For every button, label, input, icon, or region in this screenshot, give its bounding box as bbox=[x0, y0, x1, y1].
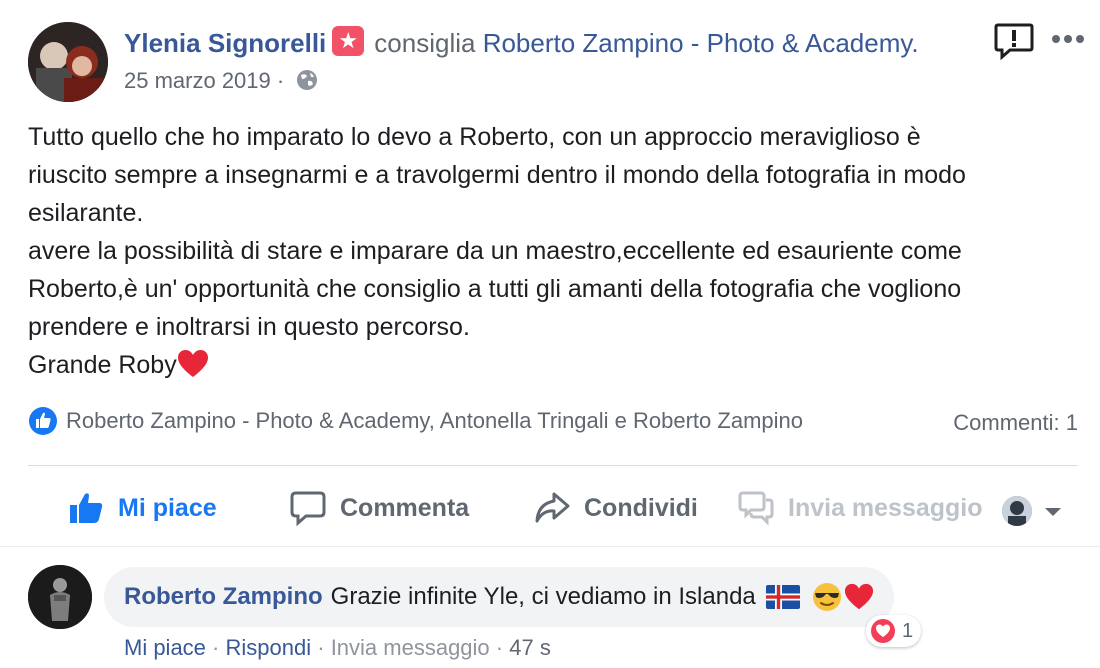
divider bbox=[28, 465, 1078, 466]
dot-separator: · bbox=[317, 635, 325, 660]
caret-down-icon bbox=[1045, 508, 1061, 516]
cool-face-icon bbox=[812, 583, 841, 611]
comment-author[interactable]: Roberto Zampino bbox=[124, 583, 323, 611]
heart-icon bbox=[177, 350, 208, 377]
comment-time[interactable]: 47 s bbox=[509, 635, 551, 660]
reactions-names: Roberto Zampino - Photo & Academy, Anton… bbox=[66, 408, 803, 433]
share-icon bbox=[535, 492, 570, 523]
comment-text: Grazie infinite Yle, ci vediamo in Islan… bbox=[330, 583, 756, 610]
author-avatar-photo bbox=[28, 22, 108, 102]
viewer-avatar bbox=[1002, 496, 1032, 526]
reaction-count-value: 1 bbox=[902, 619, 914, 642]
post-date[interactable]: 25 marzo 2019 bbox=[124, 68, 271, 93]
comment-icon bbox=[290, 491, 326, 526]
share-button[interactable]: Condividi bbox=[534, 480, 698, 536]
comment-send-message-link[interactable]: Invia messaggio bbox=[331, 635, 490, 660]
meta-separator: · bbox=[276, 68, 285, 93]
comments-section: Roberto Zampino Grazie infinite Yle, ci … bbox=[0, 546, 1100, 668]
send-message-label: Invia messaggio bbox=[788, 493, 983, 522]
recommends-label: consiglia bbox=[374, 28, 476, 58]
dot-separator: · bbox=[495, 635, 504, 660]
share-label: Condividi bbox=[584, 493, 698, 522]
post-body: Tutto quello che ho imparato lo devo a R… bbox=[28, 118, 1088, 384]
commenter-avatar[interactable] bbox=[28, 565, 92, 629]
post-as-selector[interactable] bbox=[1002, 494, 1072, 528]
heart-icon bbox=[844, 583, 873, 610]
send-message-button[interactable]: Invia messaggio bbox=[738, 480, 983, 536]
globe-icon[interactable] bbox=[296, 69, 318, 91]
post-card: Ylenia Signorelli ★ consiglia Roberto Zamp… bbox=[0, 0, 1100, 546]
dot-separator: · bbox=[212, 635, 220, 660]
comment-reply-link[interactable]: Rispondi bbox=[226, 635, 312, 660]
post-body-text: Tutto quello che ho imparato lo devo a R… bbox=[28, 123, 966, 379]
star-badge-icon: ★ bbox=[332, 26, 365, 56]
thumbs-up-icon bbox=[70, 493, 103, 523]
like-label: Mi piace bbox=[118, 493, 217, 522]
comment-bubble: Roberto Zampino Grazie infinite Yle, ci … bbox=[104, 567, 894, 627]
comment-button[interactable]: Commenta bbox=[290, 480, 469, 536]
like-badge-icon bbox=[29, 407, 57, 435]
page-link[interactable]: Roberto Zampino - Photo & Academy. bbox=[483, 28, 919, 58]
comment-actions: Mi piace · Rispondi · Invia messaggio · … bbox=[124, 635, 551, 661]
iceland-flag-icon bbox=[765, 585, 800, 609]
report-icon[interactable] bbox=[994, 22, 1034, 60]
reactions-summary[interactable]: Roberto Zampino - Photo & Academy, Anton… bbox=[28, 406, 803, 442]
author-avatar[interactable] bbox=[28, 22, 108, 102]
like-button[interactable]: Mi piace bbox=[68, 480, 217, 536]
more-icon[interactable] bbox=[1050, 28, 1086, 50]
action-bar: Mi piace Commenta Condividi Invia messag… bbox=[0, 480, 1100, 536]
comment-reaction-count[interactable]: 1 bbox=[866, 615, 922, 647]
post-meta: 25 marzo 2019 · bbox=[124, 68, 318, 94]
post-header: Ylenia Signorelli ★ consiglia Roberto Zamp… bbox=[124, 26, 919, 59]
comment-label: Commenta bbox=[340, 493, 470, 522]
messenger-icon bbox=[738, 491, 774, 526]
love-reaction-icon bbox=[871, 619, 895, 643]
comments-count[interactable]: Commenti: 1 bbox=[953, 410, 1078, 436]
author-name[interactable]: Ylenia Signorelli bbox=[124, 28, 326, 58]
comment-like-link[interactable]: Mi piace bbox=[124, 635, 206, 660]
